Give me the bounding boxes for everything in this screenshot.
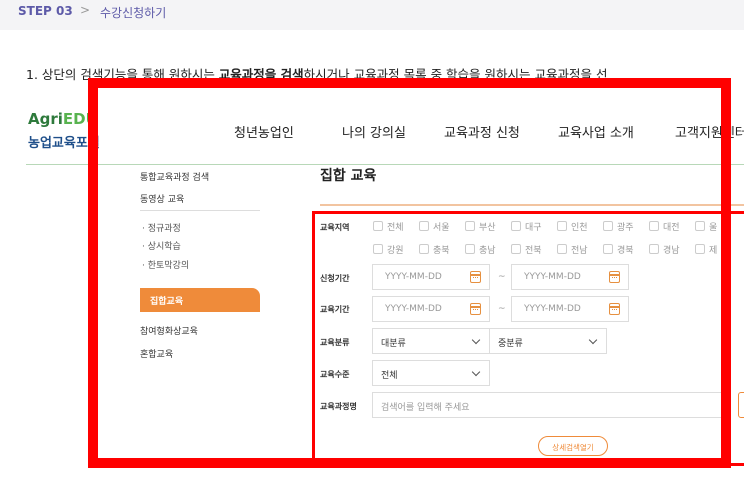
logo-agri: Agri bbox=[28, 110, 63, 128]
highlight-frame-inner bbox=[312, 211, 744, 466]
step-number: STEP 03 bbox=[18, 4, 73, 18]
chevron-right-icon: > bbox=[80, 3, 91, 17]
step-bar: STEP 03 > 수강신청하기 bbox=[0, 0, 744, 30]
step-title: 수강신청하기 bbox=[100, 6, 167, 20]
